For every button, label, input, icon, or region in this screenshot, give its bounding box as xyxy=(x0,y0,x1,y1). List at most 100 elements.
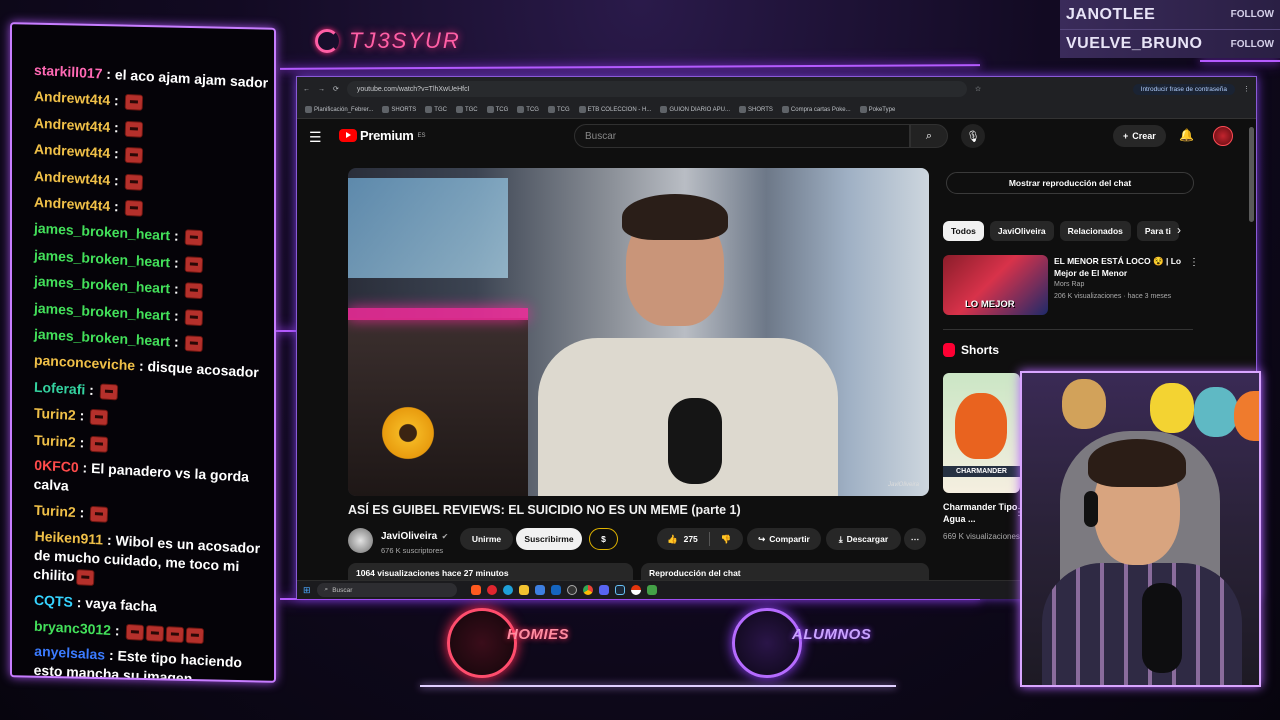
chevron-right-icon[interactable]: › xyxy=(1177,223,1181,237)
chat-username[interactable]: Heiken911 xyxy=(34,527,103,547)
recommended-thumbnail[interactable]: LO MEJOR xyxy=(943,255,1048,315)
bookmark-item[interactable]: TCG xyxy=(547,105,570,113)
brave-icon[interactable] xyxy=(470,585,481,595)
bookmark-item[interactable]: Compra cartas Poke... xyxy=(781,105,851,113)
bookmark-item[interactable]: ETB COLECCION - H... xyxy=(578,105,651,113)
chat-username[interactable]: Turin2 xyxy=(34,405,76,423)
like-dislike-group[interactable]: 👍 275 👎 xyxy=(657,528,743,550)
obs-icon[interactable] xyxy=(566,585,577,595)
chat-username[interactable]: Andrewt4t4 xyxy=(34,88,111,108)
star-icon[interactable]: ☆ xyxy=(975,85,981,93)
bookmark-item[interactable]: SHORTS xyxy=(382,105,416,113)
windows-start-icon[interactable]: ⊞ xyxy=(303,585,311,596)
filter-chip[interactable]: Relacionados xyxy=(1059,221,1131,241)
chat-username[interactable]: Andrewt4t4 xyxy=(34,115,111,135)
channel-name[interactable]: JaviOliveira xyxy=(381,531,437,542)
chrome-icon[interactable] xyxy=(582,585,593,595)
short-thumbnail[interactable]: CHARMANDER xyxy=(943,373,1020,493)
create-button[interactable]: + Crear xyxy=(1113,125,1166,147)
forward-icon[interactable]: → xyxy=(318,86,325,93)
pokeball-icon[interactable] xyxy=(630,585,641,595)
reload-icon[interactable]: ⟳ xyxy=(333,85,339,93)
steam-icon[interactable] xyxy=(614,585,625,595)
store-icon[interactable] xyxy=(534,585,545,595)
password-prompt[interactable]: Introducir frase de contraseña xyxy=(1132,83,1235,95)
recommended-meta: 206 K visualizaciones · hace 3 meses xyxy=(1054,293,1172,300)
chat-username[interactable]: 0KFC0 xyxy=(34,457,79,475)
chat-username[interactable]: anyelsalas xyxy=(34,643,105,663)
bookmark-item[interactable]: TCG xyxy=(486,105,508,113)
discord-icon[interactable] xyxy=(598,585,609,595)
kebab-menu-icon[interactable]: ⋮ xyxy=(1243,85,1250,93)
recommended-menu-icon[interactable]: ⋮ xyxy=(1189,257,1199,268)
chat-username[interactable]: panconceviche xyxy=(34,352,136,374)
share-button[interactable]: ↪ Compartir xyxy=(747,528,821,550)
chat-username[interactable]: Loferafi xyxy=(34,379,86,398)
chat-username[interactable]: CQTS xyxy=(34,591,73,609)
chat-username[interactable]: bryanc3012 xyxy=(34,618,112,638)
chat-username[interactable]: james_broken_heart xyxy=(34,326,171,350)
filter-chip[interactable]: Todos xyxy=(943,221,984,241)
voice-search-button[interactable]: 🎙 xyxy=(961,124,985,148)
emote-icon xyxy=(125,624,144,642)
page-scrollbar[interactable] xyxy=(1249,127,1254,222)
chat-username[interactable]: Andrewt4t4 xyxy=(34,194,111,214)
chat-separator: : xyxy=(78,459,92,476)
short-title[interactable]: Charmander Tipo Agua ... xyxy=(943,501,1023,525)
bookmark-item[interactable]: SHORTS xyxy=(739,105,773,113)
hamburger-menu-icon[interactable]: ☰ xyxy=(309,129,322,146)
thanks-button[interactable]: $ xyxy=(589,528,618,550)
shorts-header: Shorts xyxy=(943,343,999,357)
show-chat-replay-button[interactable]: Mostrar reproducción del chat xyxy=(946,172,1194,194)
chat-username[interactable]: Andrewt4t4 xyxy=(34,141,111,161)
share-label: Compartir xyxy=(769,534,810,544)
chat-username[interactable]: james_broken_heart xyxy=(34,247,171,271)
bookmark-item[interactable]: GUION DIARIO APU... xyxy=(660,105,730,113)
file-explorer-icon[interactable] xyxy=(518,585,529,595)
dislike-icon[interactable]: 👎 xyxy=(721,534,732,545)
search-button[interactable]: ⌕ xyxy=(910,124,948,148)
channel-avatar[interactable] xyxy=(348,528,373,553)
join-button[interactable]: Unirme xyxy=(460,528,513,550)
bookmark-item[interactable]: Planificación_Febrer... xyxy=(305,105,374,114)
filter-chip[interactable]: Para ti xyxy=(1136,221,1179,241)
edge-icon[interactable] xyxy=(502,585,513,595)
chat-username[interactable]: james_broken_heart xyxy=(34,299,171,323)
bookmark-favicon-icon xyxy=(739,105,747,113)
recommended-channel[interactable]: Mors Rap xyxy=(1054,279,1189,291)
follow-tag: FOLLOW xyxy=(1230,9,1274,20)
youtube-logo[interactable]: Premium ES xyxy=(339,128,426,143)
taskbar-search[interactable]: ⌕ Buscar xyxy=(316,583,457,597)
logo-ring-icon xyxy=(315,29,339,53)
bookmark-label: Planificación_Febrer... xyxy=(314,107,374,114)
bookmark-item[interactable]: TGC xyxy=(455,105,478,113)
emote-icon xyxy=(165,626,184,644)
bookmark-item[interactable]: TGC xyxy=(425,105,447,113)
chat-username[interactable]: Turin2 xyxy=(34,431,76,449)
subscribe-button[interactable]: Suscribirme xyxy=(516,528,582,550)
app-icon[interactable] xyxy=(646,585,657,595)
account-avatar[interactable] xyxy=(1213,126,1233,146)
notifications-bell-icon[interactable]: 🔔 xyxy=(1179,128,1194,142)
chat-username[interactable]: james_broken_heart xyxy=(34,273,171,297)
download-button[interactable]: ⤓ Descargar xyxy=(826,528,901,550)
more-actions-button[interactable]: ⋯ xyxy=(904,528,926,550)
bookmark-item[interactable]: TCG xyxy=(517,105,539,113)
chat-username[interactable]: Turin2 xyxy=(34,502,76,520)
opera-icon[interactable] xyxy=(486,585,497,595)
bookmark-item[interactable]: PokeType xyxy=(859,105,895,113)
emote-icon xyxy=(99,383,118,401)
stream-overlay: TJ3SYUR JANOTLEE FOLLOW VUELVE_BRUNO FOL… xyxy=(0,0,1280,720)
recommended-title[interactable]: EL MENOR ESTÁ LOCO 😵 | Lo Mejor de El Me… xyxy=(1054,255,1189,279)
chat-username[interactable]: Andrewt4t4 xyxy=(34,167,111,187)
outlook-icon[interactable] xyxy=(550,585,561,595)
chat-username[interactable]: james_broken_heart xyxy=(34,220,171,244)
search-input[interactable]: Buscar xyxy=(574,124,910,148)
filter-chip[interactable]: JaviOliveira xyxy=(989,221,1054,241)
back-icon[interactable]: ← xyxy=(303,86,310,93)
recommended-video[interactable]: LO MEJOR EL MENOR ESTÁ LOCO 😵 | Lo Mejor… xyxy=(943,255,1189,315)
address-bar[interactable]: youtube.com/watch?v=TlhXwUeHfcI xyxy=(346,81,967,97)
chat-username[interactable]: starkill017 xyxy=(34,62,103,82)
like-icon[interactable]: 👍 xyxy=(667,534,678,545)
video-player[interactable]: JaviOliveira xyxy=(348,168,929,496)
